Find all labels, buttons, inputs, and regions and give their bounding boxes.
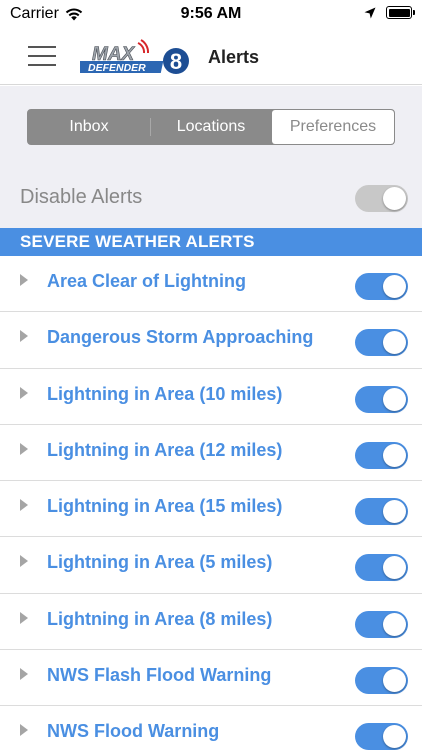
disclosure-triangle-icon[interactable]: [20, 668, 28, 681]
alert-label: NWS Flash Flood Warning: [47, 665, 272, 686]
disclosure-triangle-icon[interactable]: [20, 724, 28, 737]
battery-fill: [388, 8, 410, 17]
segmented-control: Inbox Locations Preferences: [27, 109, 395, 145]
disclosure-triangle-icon[interactable]: [20, 386, 28, 399]
toggle-knob: [383, 725, 406, 749]
logo-number-text: 8: [170, 49, 182, 74]
status-right: [364, 6, 415, 19]
alert-label: Lightning in Area (5 miles): [47, 552, 273, 573]
logo-defender-text: DEFENDER: [88, 62, 146, 74]
alert-list: Area Clear of Lightning Dangerous Storm …: [0, 256, 422, 750]
toggle-knob: [383, 331, 406, 355]
disclosure-triangle-icon[interactable]: [20, 499, 28, 512]
alert-toggle[interactable]: [355, 273, 408, 300]
toggle-knob: [383, 387, 406, 411]
alert-toggle[interactable]: [355, 441, 408, 469]
toggle-knob: [383, 500, 406, 524]
alert-toggle[interactable]: [355, 498, 408, 526]
disable-alerts-label: Disable Alerts: [20, 186, 143, 208]
toggle-knob: [383, 187, 406, 210]
alert-toggle[interactable]: [355, 610, 408, 638]
alert-row: Lightning in Area (10 miles): [0, 368, 422, 425]
disclosure-triangle-icon[interactable]: [20, 274, 28, 286]
nav-bar: MAX DEFENDER 8 Alerts: [0, 30, 422, 85]
alert-row: Lightning in Area (5 miles): [0, 537, 422, 594]
status-time: 9:56 AM: [180, 5, 242, 22]
preferences-header-area: Inbox Locations Preferences Disable Aler…: [0, 86, 422, 228]
alert-label: Lightning in Area (15 miles): [47, 496, 283, 517]
alert-row: Lightning in Area (8 miles): [0, 593, 422, 651]
alert-label: Dangerous Storm Approaching: [47, 327, 314, 348]
toggle-knob: [383, 612, 406, 636]
alert-toggle[interactable]: [355, 329, 408, 357]
alert-row: Lightning in Area (12 miles): [0, 424, 422, 482]
disable-alerts-toggle[interactable]: [355, 185, 408, 212]
disclosure-triangle-icon[interactable]: [20, 555, 28, 568]
toggle-knob: [383, 669, 406, 693]
battery-icon: [386, 6, 415, 19]
disclosure-triangle-icon[interactable]: [20, 611, 28, 624]
alert-label: Area Clear of Lightning: [47, 271, 247, 291]
section-header-severe-weather: SEVERE WEATHER ALERTS: [0, 228, 422, 256]
alert-row: Dangerous Storm Approaching: [0, 312, 422, 369]
location-arrow-icon: [364, 7, 376, 18]
toggle-knob: [383, 275, 406, 298]
alert-row: Lightning in Area (15 miles): [0, 481, 422, 538]
alert-label: NWS Flood Warning: [47, 721, 220, 742]
disclosure-triangle-icon[interactable]: [20, 330, 28, 343]
alert-row: NWS Flash Flood Warning: [0, 650, 422, 707]
alert-toggle[interactable]: [355, 667, 408, 695]
status-bar: Carrier 9:56 AM: [0, 0, 422, 30]
alert-label: Lightning in Area (10 miles): [47, 383, 283, 404]
alert-toggle[interactable]: [355, 554, 408, 582]
segment-preferences[interactable]: Preferences: [272, 110, 394, 144]
disclosure-triangle-icon[interactable]: [20, 442, 28, 455]
alert-label: Lightning in Area (8 miles): [47, 608, 273, 629]
alert-toggle[interactable]: [355, 385, 408, 413]
alert-row: NWS Flood Warning: [0, 706, 422, 750]
segment-locations[interactable]: Locations: [150, 110, 272, 144]
alert-toggle[interactable]: [355, 723, 408, 750]
toggle-knob: [383, 556, 406, 580]
toggle-knob: [383, 443, 406, 467]
hamburger-menu-icon[interactable]: [28, 44, 58, 68]
alert-row: Area Clear of Lightning: [0, 256, 422, 313]
disable-alerts-row: Disable Alerts: [0, 170, 422, 228]
logo-radar-waves: [137, 39, 149, 54]
segment-inbox[interactable]: Inbox: [28, 110, 150, 144]
alert-label: Lightning in Area (12 miles): [47, 439, 283, 460]
page-title: Alerts: [208, 47, 260, 67]
max-defender-logo: MAX DEFENDER 8: [80, 39, 189, 74]
